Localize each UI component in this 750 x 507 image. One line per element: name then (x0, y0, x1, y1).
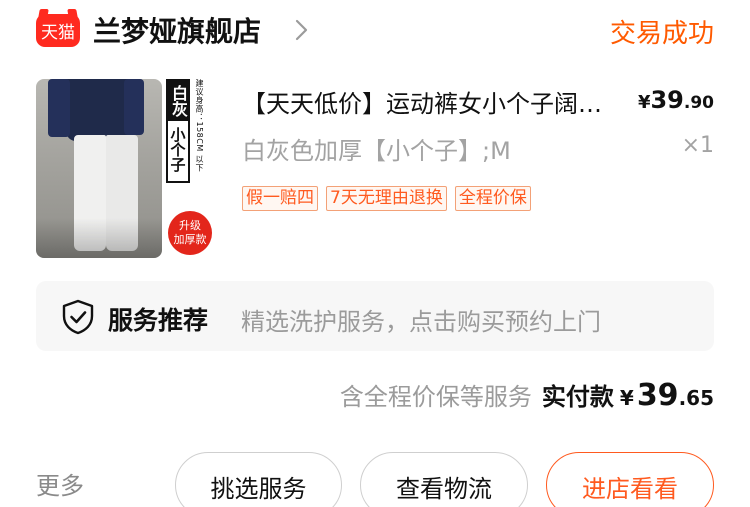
price-dec: .90 (683, 93, 714, 113)
product-quantity: ×1 (681, 133, 714, 158)
summary-note: 含全程价保等服务 (339, 383, 532, 411)
tmall-logo-text: 天猫 (41, 23, 75, 43)
badge-line2: 加厚款 (173, 233, 207, 246)
price-symbol: ¥ (637, 92, 651, 113)
chevron-right-icon[interactable] (292, 16, 312, 44)
color-size-label: 白灰 小个子 (166, 79, 190, 183)
select-service-button[interactable]: 挑选服务 (175, 452, 342, 507)
service-recommendation[interactable]: 服务推荐 精选洗护服务，点击购买预约上门 (36, 281, 714, 351)
upgrade-badge: 升级 加厚款 (168, 211, 212, 255)
paid-int: 39 (636, 378, 679, 413)
size-text: 小个子 (168, 127, 187, 172)
payment-summary: 含全程价保等服务 实付款 ¥39.65 (340, 377, 714, 413)
service-tags: 假一赔四 7天无理由退换 全程价保 (242, 186, 531, 211)
product-price: ¥39.90 (638, 86, 714, 114)
product-title[interactable]: 【天天低价】运动裤女小个子阔腿裤 (242, 84, 614, 119)
badge-line1: 升级 (179, 219, 201, 232)
view-logistics-button[interactable]: 查看物流 (360, 452, 528, 507)
service-title: 服务推荐 (108, 306, 209, 335)
product-image[interactable] (36, 79, 162, 258)
shield-check-icon (62, 299, 94, 335)
color-text: 白灰 (168, 81, 188, 121)
service-description: 精选洗护服务，点击购买预约上门 (241, 308, 601, 336)
shop-name-link[interactable]: 兰梦娅旗舰店 (93, 10, 261, 50)
paid-dec: .65 (678, 386, 714, 410)
tag-seven-day-return: 7天无理由退换 (326, 186, 447, 211)
product-sku: 白灰色加厚【小个子】;M (242, 137, 511, 165)
tag-price-protection: 全程价保 (454, 186, 531, 211)
product-image-tag: 白灰 小个子 建议身高：158CM 以下 升级 加厚款 (166, 79, 214, 258)
tmall-logo-icon: 天猫 (36, 14, 80, 47)
height-note: 建议身高：158CM 以下 (195, 79, 204, 172)
more-button[interactable]: 更多 (36, 466, 84, 501)
enter-shop-button[interactable]: 进店看看 (546, 452, 714, 507)
paid-symbol: ¥ (619, 386, 634, 410)
price-int: 39 (650, 86, 684, 114)
order-header: 天猫 兰梦娅旗舰店 交易成功 (0, 0, 750, 62)
tag-fake-compensation: 假一赔四 (242, 186, 318, 211)
trade-status: 交易成功 (609, 19, 714, 49)
paid-label: 实付款 (541, 383, 614, 411)
